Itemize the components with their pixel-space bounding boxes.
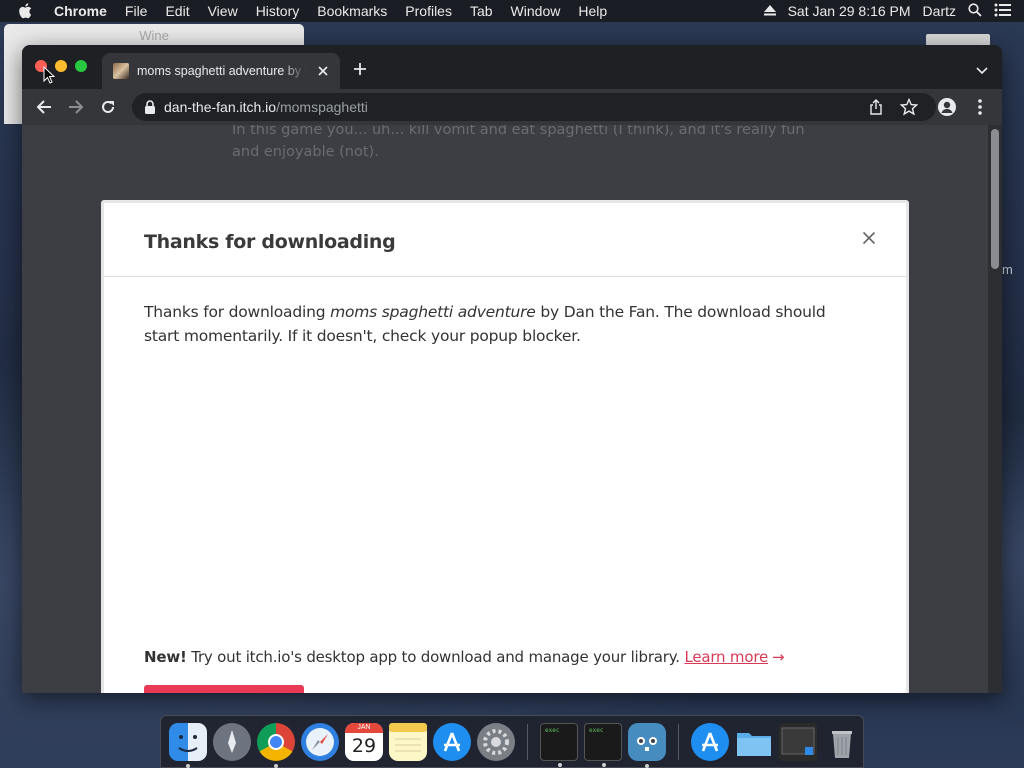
promo-new-label: New! [144,648,187,666]
running-indicator [602,762,606,767]
dock-separator [527,723,528,760]
page-scrollbar[interactable] [988,125,1002,693]
tab-title: moms spaghetti adventure by Dan the Fan [137,64,307,78]
learn-more-link[interactable]: Learn more [684,648,768,666]
lock-icon[interactable] [144,100,156,114]
control-center-icon[interactable] [994,3,1012,20]
app-store-icon[interactable] [691,722,729,761]
menu-tab[interactable]: Tab [470,3,493,19]
scrollbar-thumb[interactable] [991,129,999,269]
trash-icon[interactable] [823,723,861,761]
screen-capture-icon[interactable] [779,722,817,761]
dock: JAN 29 exec exec [160,715,864,768]
url-text[interactable]: dan-the-fan.itch.io/momspaghetti [164,99,368,115]
modal-game-name: moms spaghetti adventure [330,303,536,321]
download-button-partial[interactable] [144,685,304,693]
menu-app-name[interactable]: Chrome [54,3,107,19]
mouse-pointer-icon [43,65,56,84]
url-path: /momspaghetti [276,99,368,115]
game-description-text: In this game you... uh... kill vomit and… [232,125,805,160]
modal-message-prefix: Thanks for downloading [144,303,331,321]
system-preferences-icon[interactable] [477,722,515,761]
address-bar[interactable]: dan-the-fan.itch.io/momspaghetti [132,93,936,121]
running-indicator [558,762,562,767]
tab-strip: moms spaghetti adventure by Dan the Fan [22,45,1002,89]
eject-icon[interactable] [763,3,776,19]
menubar-user[interactable]: Dartz [923,3,956,19]
desktop-app-promo: New! Try out itch.io's desktop app to do… [144,648,785,666]
calendar-day: 29 [351,734,377,757]
tab-close-icon[interactable] [316,64,330,78]
share-icon[interactable] [868,99,884,115]
profile-avatar-icon[interactable] [938,98,956,116]
running-indicator [645,763,649,768]
menu-edit[interactable]: Edit [165,3,189,19]
menu-window[interactable]: Window [511,3,561,19]
app-store-icon[interactable] [433,722,471,761]
menubar-clock[interactable]: Sat Jan 29 8:16 PM [788,3,911,19]
spotlight-search-icon[interactable] [968,2,982,20]
reload-icon[interactable] [98,97,118,117]
tab-search-chevron-icon[interactable] [976,63,988,75]
running-indicator [186,763,190,768]
menu-bookmarks[interactable]: Bookmarks [317,3,387,19]
dock-separator [678,723,679,760]
menu-help[interactable]: Help [578,3,607,19]
modal-title: Thanks for downloading [144,231,396,253]
forward-arrow-icon[interactable] [66,97,86,117]
chrome-icon[interactable] [257,722,295,768]
background-window-text: m [1002,262,1013,277]
chrome-window: moms spaghetti adventure by Dan the Fan … [22,45,1002,693]
chrome-menu-icon[interactable] [976,98,984,116]
apple-menu-icon[interactable] [18,3,36,19]
bookmark-star-icon[interactable] [899,97,919,116]
new-tab-plus-icon[interactable] [352,61,368,77]
folder-icon[interactable] [735,723,773,761]
terminal-exec-icon[interactable]: exec [584,722,622,767]
calendar-icon[interactable]: JAN 29 [345,722,383,761]
modal-close-icon[interactable] [862,231,876,245]
finder-icon[interactable] [169,722,207,768]
url-host: dan-the-fan.itch.io [164,99,277,115]
menu-view[interactable]: View [208,3,238,19]
godot-icon[interactable] [628,722,666,768]
exec-label: exec [589,726,604,734]
browser-tab-active[interactable]: moms spaghetti adventure by Dan the Fan [102,53,340,89]
tab-favicon-icon [113,63,129,79]
back-arrow-icon[interactable] [34,97,54,117]
launchpad-icon[interactable] [213,722,251,761]
wine-window-title: Wine [139,28,169,43]
running-indicator [274,763,278,768]
exec-label: exec [545,726,560,734]
terminal-exec-icon[interactable]: exec [540,722,578,767]
modal-header: Thanks for downloading [104,203,906,277]
menu-bar: Chrome File Edit View History Bookmarks … [0,0,1024,22]
menu-history[interactable]: History [256,3,300,19]
page-viewport: In this game you... uh... kill vomit and… [22,125,1002,693]
download-modal: Thanks for downloading Thanks for downlo… [101,200,909,693]
safari-icon[interactable] [301,722,339,761]
window-zoom-button[interactable] [75,60,87,72]
menu-profiles[interactable]: Profiles [405,3,452,19]
notes-icon[interactable] [389,722,427,761]
window-minimize-button[interactable] [55,60,67,72]
browser-toolbar: dan-the-fan.itch.io/momspaghetti [22,89,1002,125]
promo-text: Try out itch.io's desktop app to downloa… [186,648,685,666]
modal-message: Thanks for downloading moms spaghetti ad… [144,300,834,348]
calendar-month: JAN [345,722,383,733]
arrow-right-icon[interactable]: → [772,648,785,666]
menu-file[interactable]: File [125,3,148,19]
